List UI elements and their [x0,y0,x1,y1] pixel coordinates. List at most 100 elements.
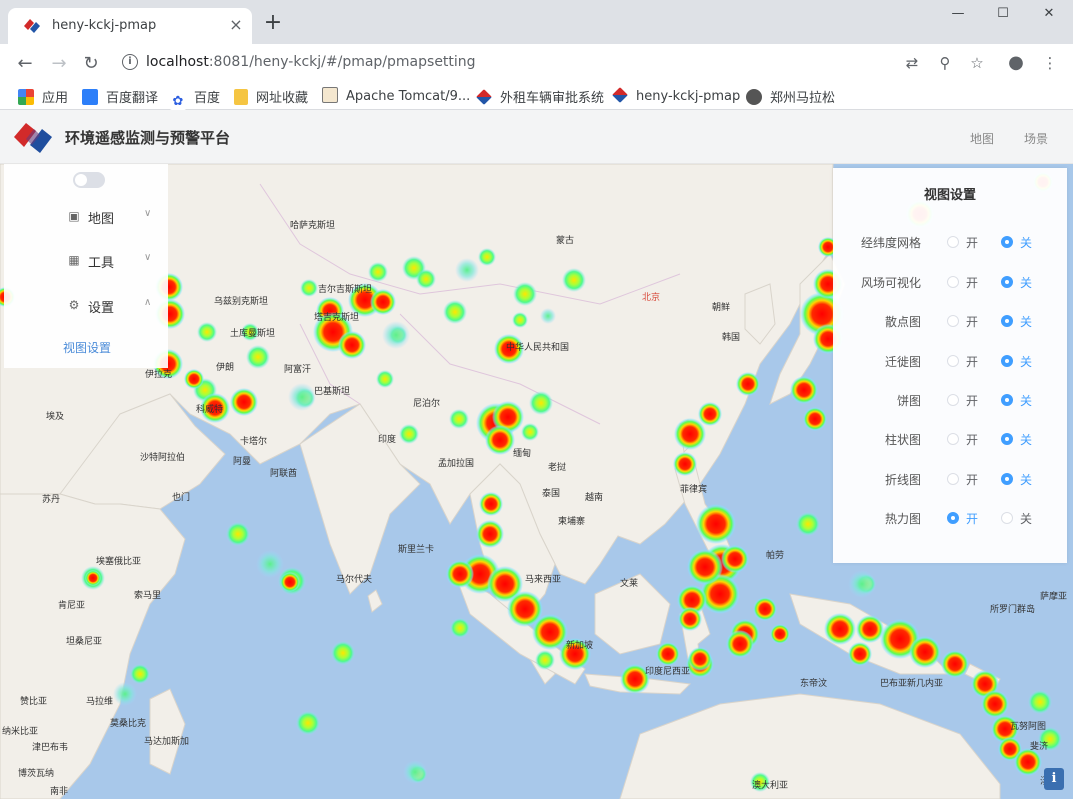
map-label: 苏丹 [42,495,61,505]
app-favicon-icon [24,19,40,33]
minimize-icon[interactable]: — [935,6,981,28]
bookmark-apps[interactable]: 应用 [18,87,68,106]
tab-title: heny-kckj-pmap [52,18,157,33]
setting-label: 风场可视化 [860,276,921,290]
radio-off-label[interactable]: 关 [1020,274,1032,291]
globe-icon [746,89,762,105]
profile-icon[interactable]: ● [1006,53,1026,73]
bookmark-tomcat[interactable]: Apache Tomcat/9... [322,87,470,105]
nav-map[interactable]: 地图 [970,130,994,147]
radio-on[interactable] [947,473,959,485]
map-label: 印度 [378,435,397,445]
menu-item-tools[interactable]: ▦ 工具 ∨ [4,248,168,272]
radio-on[interactable] [947,276,959,288]
map-label: 坦桑尼亚 [66,637,103,647]
radio-off-label[interactable]: 关 [1020,234,1032,251]
chevron-down-icon: ∨ [144,252,152,263]
tomcat-icon [322,87,338,103]
site-info-icon[interactable]: i [122,54,138,70]
map-label: 斯里兰卡 [398,545,435,555]
browser-toolbar: ← → ↻ i localhost:8081/heny-kckj/#/pmap/… [0,44,1073,82]
nav-scene[interactable]: 场景 [1024,130,1048,147]
radio-on[interactable] [947,236,959,248]
reload-icon[interactable]: ↻ [78,51,104,77]
bookmark-folder[interactable]: 网址收藏 [234,87,308,106]
map-label: 越南 [585,493,604,503]
menu-item-settings[interactable]: ⚙ 设置 ∧ [4,293,168,317]
radio-on[interactable] [947,394,959,406]
radio-on-label[interactable]: 开 [966,313,978,330]
radio-off[interactable] [1001,355,1013,367]
translate-icon[interactable]: ⇄ [902,53,922,73]
menu-kebab-icon[interactable]: ⋮ [1040,53,1060,73]
view-settings-link[interactable]: 视图设置 [63,339,111,356]
apps-grid-icon [18,89,34,105]
radio-on[interactable] [947,315,959,327]
radio-off[interactable] [1001,276,1013,288]
close-window-icon[interactable]: ✕ [1026,6,1072,28]
menu-item-label: 设置 [88,301,115,316]
menu-item-map[interactable]: ▣ 地图 ∨ [4,204,168,228]
bookmark-vehicle-approval[interactable]: 外租车辆审批系统 [476,87,604,106]
menu-collapse-toggle[interactable] [73,172,105,188]
bookmark-pmap[interactable]: heny-kckj-pmap [612,87,740,105]
map-label: 阿联酋 [270,469,298,479]
radio-on-label[interactable]: 开 [966,471,978,488]
baidu-paw-icon: ✿ [170,94,186,110]
radio-on-label[interactable]: 开 [966,274,978,291]
maximize-icon[interactable]: ☐ [980,6,1026,28]
radio-off-label[interactable]: 关 [1020,392,1032,409]
radio-on[interactable] [947,433,959,445]
map-label: 科威特 [196,405,224,415]
map-label: 中华人民共和国 [506,343,570,353]
new-tab-icon[interactable]: + [262,12,284,35]
map-label: 印度尼西亚 [645,667,691,677]
radio-off[interactable] [1001,394,1013,406]
radio-on-label[interactable]: 开 [966,392,978,409]
radio-off-label[interactable]: 关 [1020,353,1032,370]
folder-icon [234,89,248,105]
map-label: 马来西亚 [525,575,562,585]
map-label: 肯尼亚 [58,601,86,611]
radio-on[interactable] [947,355,959,367]
toggle-knob [75,174,87,186]
map-info-button[interactable]: i [1044,768,1064,790]
map-label: 文莱 [620,579,639,589]
radio-off-label[interactable]: 关 [1020,510,1032,527]
app-header: 环境遥感监测与预警平台 地图 场景 [0,110,1073,164]
map-label: 阿曼 [233,457,252,467]
radio-off[interactable] [1001,236,1013,248]
setting-label: 散点图 [884,315,921,329]
map-label: 马拉维 [86,697,114,707]
map-label: 莫桑比克 [110,719,147,729]
bookmark-marathon[interactable]: 郑州马拉松 [746,87,835,106]
browser-tab[interactable]: heny-kckj-pmap × [8,8,252,44]
radio-off[interactable] [1001,512,1013,524]
setting-label: 经纬度网格 [860,236,921,250]
radio-on-label[interactable]: 开 [966,234,978,251]
map-label: 伊拉克 [145,370,173,380]
radio-on[interactable] [947,512,959,524]
map-label: 津巴布韦 [32,743,69,753]
bookmark-star-icon[interactable]: ☆ [967,53,987,73]
map-label: 塔吉克斯坦 [314,313,360,323]
radio-on-label[interactable]: 开 [966,353,978,370]
back-icon[interactable]: ← [12,51,38,77]
zoom-icon[interactable]: ⚲ [935,53,955,73]
radio-off-label[interactable]: 关 [1020,431,1032,448]
radio-off[interactable] [1001,433,1013,445]
map-label: 老挝 [548,463,567,473]
forward-icon[interactable]: → [46,51,72,77]
map-label: 巴基斯坦 [314,387,351,397]
bookmark-baidu[interactable]: ✿ 百度 [170,87,220,110]
radio-off[interactable] [1001,473,1013,485]
radio-on-label[interactable]: 开 [966,431,978,448]
bookmark-baidu-translate[interactable]: 百度翻译 [82,87,158,106]
map-label: 赞比亚 [20,697,48,707]
radio-off-label[interactable]: 关 [1020,313,1032,330]
map-label: 索马里 [134,591,162,601]
radio-off[interactable] [1001,315,1013,327]
radio-off-label[interactable]: 关 [1020,471,1032,488]
close-tab-icon[interactable]: × [227,16,245,34]
radio-on-label[interactable]: 开 [966,510,978,527]
